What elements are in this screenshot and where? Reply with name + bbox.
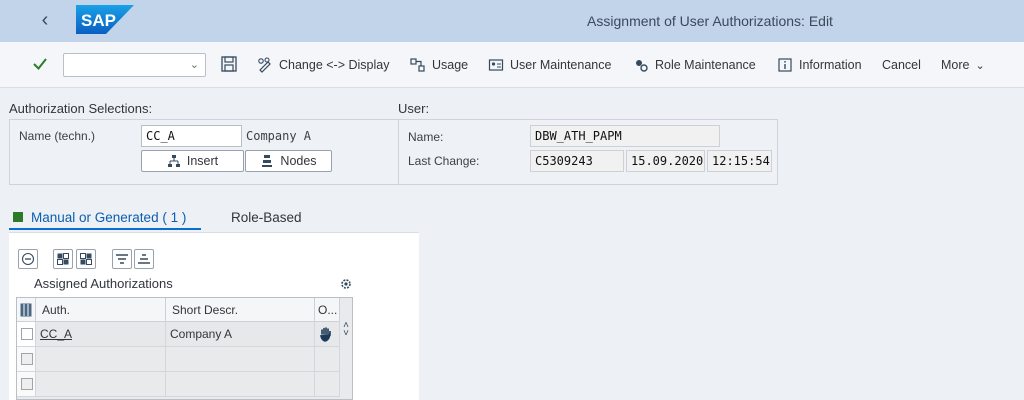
filter-icon	[116, 254, 128, 264]
auth-cell[interactable]	[36, 372, 166, 397]
change-time-field: 12:15:54	[707, 150, 772, 172]
svg-text:SAP: SAP	[81, 11, 116, 30]
hierarchy-icon	[167, 155, 180, 167]
grid-expand-icon	[57, 253, 69, 265]
assigned-table: Auth. Short Descr. O... CC_A Company A	[16, 297, 353, 400]
auth-cell[interactable]: CC_A	[36, 322, 166, 347]
scrollbar[interactable]: ˄ ˅	[341, 321, 351, 340]
user-name-field: DBW_ATH_PAPM	[530, 125, 720, 147]
user-maintenance-label: User Maintenance	[510, 58, 612, 72]
other-cell	[315, 347, 340, 372]
table-row[interactable]: CC_A Company A	[17, 322, 352, 347]
tab-role-based-label: Role-Based	[231, 209, 302, 225]
column-chooser-icon[interactable]	[17, 298, 36, 322]
nodes-label: Nodes	[280, 154, 317, 168]
grid-collapse-icon	[80, 253, 92, 265]
role-gear-icon	[636, 60, 648, 72]
change-display-label: Change <-> Display	[279, 58, 390, 72]
change-display-button[interactable]: Change <-> Display	[257, 56, 389, 74]
tab-manual-label: Manual or Generated ( 1 )	[31, 209, 187, 225]
command-field[interactable]: ⌄	[63, 53, 206, 77]
changed-by-field: C5309243	[530, 150, 624, 172]
chevron-down-icon: ⌄	[975, 59, 985, 72]
minus-circle-icon	[21, 252, 35, 266]
shell-header: ‹ SAP Assignment of User Authorizations:…	[0, 0, 1024, 42]
table-row[interactable]	[17, 372, 352, 397]
auth-selection-box: Name (techn.) CC_A Company A Insert Node…	[9, 119, 399, 185]
sort-button[interactable]	[134, 249, 154, 269]
role-maintenance-label: Role Maintenance	[655, 58, 756, 72]
change-date-field: 15.09.2020	[626, 150, 705, 172]
toolbar: ⌄ Change <-> Display Usage User Maintena…	[0, 42, 1024, 88]
assigned-title: Assigned Authorizations	[34, 276, 173, 291]
descr-cell	[166, 347, 315, 372]
settings-gear-icon[interactable]	[339, 277, 353, 291]
other-cell	[315, 372, 340, 397]
usage-label: Usage	[432, 58, 469, 72]
nodes-button[interactable]: Nodes	[245, 150, 332, 172]
user-card-icon	[488, 59, 504, 71]
descr-cell	[166, 372, 315, 397]
sap-logo[interactable]: SAP	[76, 5, 134, 34]
usage-button[interactable]: Usage	[410, 56, 468, 74]
name-techn-label: Name (techn.)	[19, 129, 96, 143]
tab-manual-generated[interactable]: Manual or Generated ( 1 )	[13, 206, 186, 228]
status-square-icon	[13, 212, 23, 222]
sort-icon	[138, 254, 150, 264]
user-maintenance-button[interactable]: User Maintenance	[488, 56, 611, 74]
cancel-button[interactable]: Cancel	[882, 56, 921, 74]
info-icon	[778, 58, 792, 72]
row-selector[interactable]	[17, 322, 36, 347]
user-box: Name: DBW_ATH_PAPM Last Change: C5309243…	[398, 119, 778, 185]
auth-cell[interactable]	[36, 347, 166, 372]
user-title: User:	[398, 101, 430, 116]
more-label: More	[941, 58, 970, 72]
user-name-label: Name:	[408, 130, 444, 144]
row-checkbox[interactable]	[21, 328, 33, 340]
usage-icon	[410, 58, 425, 72]
insert-button[interactable]: Insert	[141, 150, 244, 172]
information-button[interactable]: Information	[777, 56, 862, 74]
information-label: Information	[799, 58, 862, 72]
chevron-down-icon: ⌄	[189, 59, 199, 71]
checkmark-icon[interactable]	[30, 54, 50, 74]
nodes-icon	[262, 155, 273, 167]
tab-role-based[interactable]: Role-Based	[231, 206, 302, 228]
insert-label: Insert	[186, 154, 219, 168]
back-icon[interactable]: ‹	[34, 9, 56, 31]
name-description: Company A	[246, 129, 312, 143]
row-selector[interactable]	[17, 347, 36, 372]
pencil-glasses-icon	[258, 57, 271, 73]
column-header-short-descr[interactable]: Short Descr.	[166, 298, 315, 322]
more-button[interactable]: More ⌄	[941, 56, 985, 74]
row-checkbox[interactable]	[21, 353, 33, 365]
collapse-all-button[interactable]	[76, 249, 96, 269]
row-selector[interactable]	[17, 372, 36, 397]
scroll-down-icon[interactable]: ˅	[341, 329, 351, 339]
auth-selection-title: Authorization Selections:	[9, 101, 153, 116]
role-maintenance-button[interactable]: Role Maintenance	[633, 56, 756, 74]
filter-button[interactable]	[112, 249, 132, 269]
name-techn-input[interactable]: CC_A	[141, 125, 242, 147]
column-header-other[interactable]: O...	[315, 298, 340, 322]
table-row[interactable]	[17, 347, 352, 372]
last-change-label: Last Change:	[408, 154, 480, 168]
cancel-label: Cancel	[882, 58, 921, 72]
active-tab-indicator	[9, 228, 201, 230]
page-title: Assignment of User Authorizations: Edit	[587, 13, 833, 29]
row-checkbox[interactable]	[21, 378, 33, 390]
hand-icon[interactable]	[315, 322, 340, 347]
expand-all-button[interactable]	[53, 249, 73, 269]
collapse-button[interactable]	[18, 249, 38, 269]
column-header-auth[interactable]: Auth.	[36, 298, 166, 322]
descr-cell: Company A	[166, 322, 315, 347]
save-icon[interactable]	[220, 55, 238, 73]
